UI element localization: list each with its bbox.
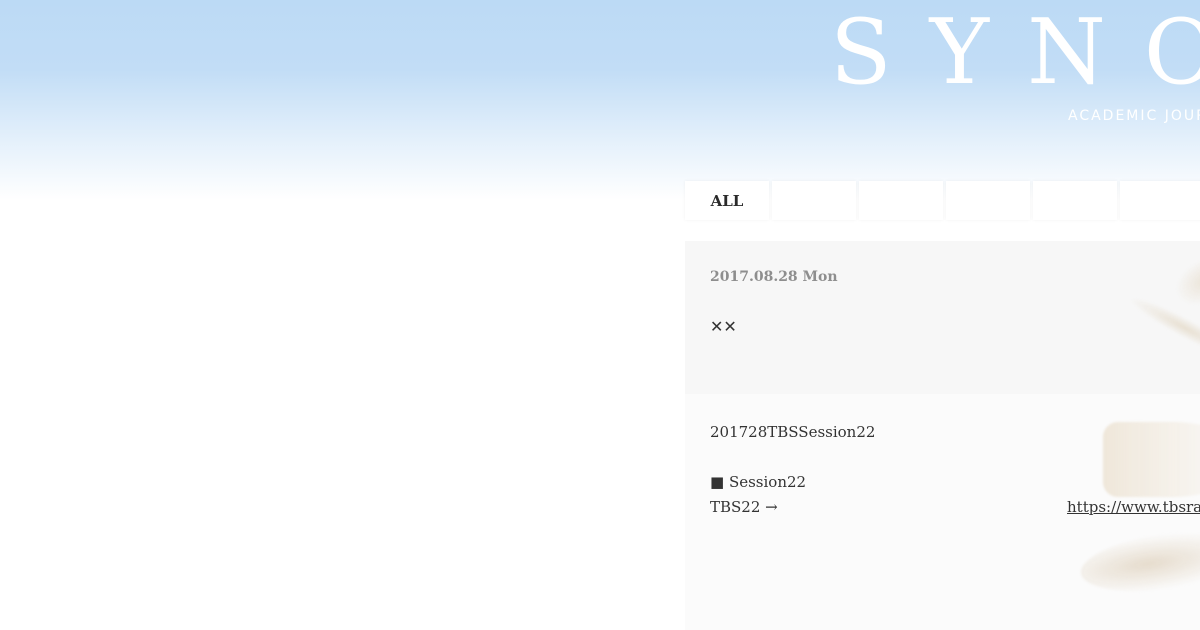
post-date: 2017.08.28 Mon (710, 269, 838, 285)
post-body-line: ■ Session22 (710, 473, 807, 491)
tab-category-2[interactable] (772, 181, 856, 220)
tab-category-5[interactable] (1033, 181, 1117, 220)
decorative-petal (1169, 248, 1200, 314)
tab-category-6[interactable] (1120, 181, 1200, 220)
external-link[interactable]: https://www.tbsrad (1067, 498, 1200, 516)
tab-category-3[interactable] (859, 181, 943, 220)
tab-category-4[interactable] (946, 181, 1030, 220)
post-header: 2017.08.28 Mon ✕✕ (685, 241, 1200, 394)
category-tabs: ALL (685, 181, 1200, 220)
post-body: 201728TBSSession22 ■ Session22 TBS22 → h… (685, 394, 1200, 630)
post-title[interactable]: ✕✕ (710, 317, 737, 336)
decorative-petal (1103, 422, 1200, 497)
tab-all[interactable]: ALL (685, 181, 769, 220)
site-tagline: ACADEMIC JOUR (1068, 108, 1200, 124)
post-body-line: 201728TBSSession22 (710, 423, 876, 441)
post-body-line: TBS22 → (710, 498, 778, 516)
decorative-petal (1077, 522, 1200, 601)
site-logo[interactable]: SYNO (830, 8, 1200, 98)
